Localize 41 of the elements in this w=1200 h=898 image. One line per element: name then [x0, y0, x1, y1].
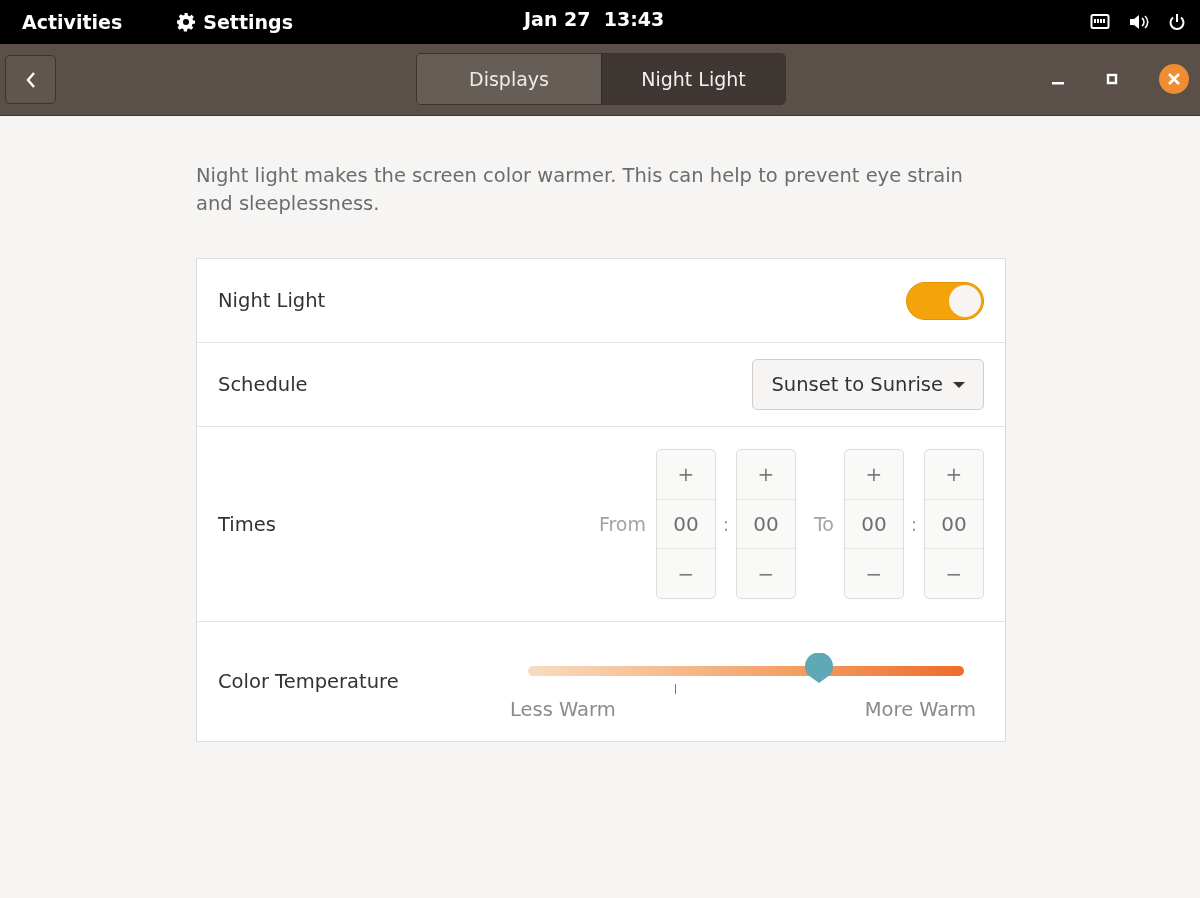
from-label: From [598, 513, 646, 535]
setting-label: Color Temperature [218, 670, 399, 693]
decrement-button[interactable]: − [657, 549, 715, 598]
toggle-switch[interactable] [906, 281, 984, 320]
time-field[interactable]: 00 [845, 498, 903, 550]
setting-label: Schedule [218, 373, 308, 396]
time-separator: : [721, 513, 731, 535]
decrement-button[interactable]: − [925, 549, 983, 598]
increment-button[interactable]: + [925, 450, 983, 499]
to-label: To [814, 513, 834, 535]
back-icon [24, 70, 37, 89]
app-menu[interactable]: Settings [176, 11, 293, 33]
increment-button[interactable]: + [657, 450, 715, 499]
increment-button[interactable]: + [737, 450, 795, 499]
caret-icon [953, 380, 965, 389]
min-label: Less Warm [510, 697, 616, 721]
volume-icon[interactable] [1128, 13, 1150, 31]
time-separator: : [909, 513, 919, 535]
close-icon[interactable] [1159, 64, 1189, 94]
description-text: Night light makes the screen color warmer. This can help to prevent eye strain and sleeplessness. [196, 163, 964, 217]
tab[interactable]: Night Light [601, 54, 785, 104]
tab[interactable]: Displays [417, 54, 601, 104]
max-label: More Warm [864, 697, 976, 721]
activities-button[interactable]: Activities [22, 11, 123, 33]
maximize-icon[interactable] [1105, 72, 1119, 86]
setting-label: Night Light [218, 289, 326, 312]
time-field[interactable]: 00 [737, 498, 795, 550]
back-button[interactable] [5, 55, 56, 104]
network-icon[interactable] [1090, 13, 1110, 31]
decrement-button[interactable]: − [737, 549, 795, 598]
decrement-button[interactable]: − [845, 549, 903, 598]
tick-mark [674, 683, 676, 694]
slider-track[interactable] [528, 665, 964, 676]
gear-icon [176, 12, 197, 32]
power-icon[interactable] [1168, 13, 1186, 31]
increment-button[interactable]: + [845, 450, 903, 499]
time-field[interactable]: 00 [925, 498, 983, 550]
schedule-dropdown[interactable]: Sunset to Sunrise [752, 359, 984, 410]
clock[interactable]: Jan 27 13:43 [524, 8, 665, 30]
setting-label: Times [218, 512, 276, 536]
time-field[interactable]: 00 [657, 498, 715, 550]
